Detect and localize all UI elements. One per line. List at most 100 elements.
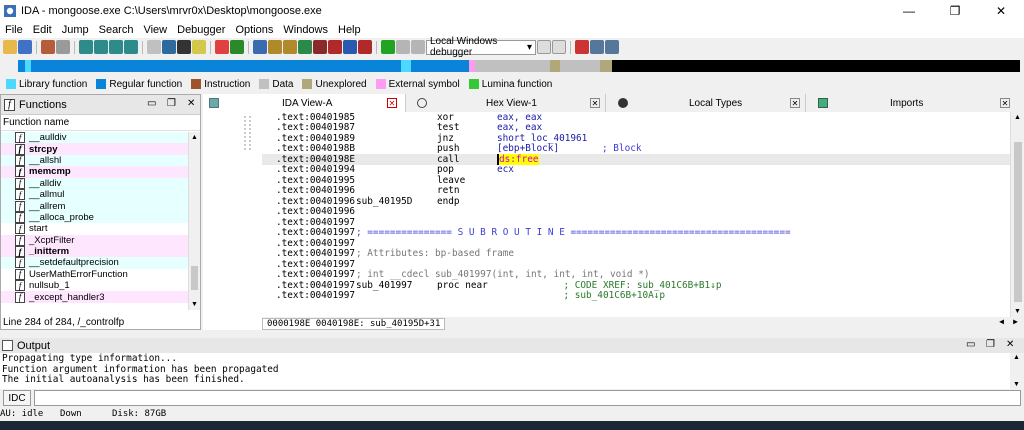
pin-panel-icon[interactable]: ▭ bbox=[966, 339, 975, 350]
functions-scrollbar[interactable]: ▲ ▼ bbox=[188, 132, 200, 310]
stack-icon[interactable] bbox=[313, 40, 327, 54]
asm-line[interactable]: .text:00401996 sub_40195D endp bbox=[262, 196, 1010, 207]
scroll-down-icon[interactable]: ▼ bbox=[191, 301, 198, 308]
pin-icon[interactable] bbox=[328, 40, 342, 54]
stop-icon[interactable] bbox=[411, 40, 425, 54]
copy-icon[interactable] bbox=[94, 40, 108, 54]
restore-button[interactable]: ❐ bbox=[932, 0, 978, 22]
close-tab-icon[interactable]: ✕ bbox=[590, 98, 600, 108]
menu-search[interactable]: Search bbox=[94, 24, 139, 36]
function-row[interactable]: f __allshl bbox=[1, 154, 189, 167]
scroll-thumb[interactable] bbox=[191, 266, 198, 290]
asm-line[interactable]: .text:00401997 bbox=[262, 259, 1010, 270]
scroll-up-icon[interactable]: ▲ bbox=[191, 134, 198, 141]
function-row[interactable]: f __alldiv bbox=[1, 177, 189, 189]
disassembly-view[interactable]: .text:00401985 xor eax, eax .text:00401987… bbox=[262, 112, 1010, 317]
asm-line[interactable]: .text:00401997 sub_401997 proc near ; CODE… bbox=[262, 280, 1010, 291]
minimize-button[interactable]: — bbox=[886, 0, 932, 22]
paste-icon[interactable] bbox=[109, 40, 123, 54]
scroll-up-icon[interactable]: ▲ bbox=[1013, 354, 1020, 361]
asm-line[interactable]: .text:00401996 bbox=[262, 206, 1010, 217]
graph-icon[interactable] bbox=[283, 40, 297, 54]
close-button[interactable]: ✕ bbox=[978, 0, 1024, 22]
save-icon[interactable] bbox=[18, 40, 32, 54]
list-icon[interactable] bbox=[298, 40, 312, 54]
menu-edit[interactable]: Edit bbox=[28, 24, 57, 36]
asm-line[interactable]: .text:00401989 jnz short loc_401961 bbox=[262, 133, 1010, 144]
debugger-console-icon[interactable] bbox=[552, 40, 566, 54]
close-tab-icon[interactable]: ✕ bbox=[790, 98, 800, 108]
asm-line[interactable]: .text:0040198B push [ebp+Block] ; Block bbox=[262, 143, 1010, 154]
float-panel-icon[interactable]: ❐ bbox=[986, 339, 995, 350]
debugger-options-icon[interactable] bbox=[537, 40, 551, 54]
tab-ida-view-a[interactable]: IDA View-A ✕ bbox=[203, 94, 406, 112]
tab-local-types[interactable]: Local Types ✕ bbox=[606, 94, 806, 112]
asm-line[interactable]: .text:00401997 bbox=[262, 238, 1010, 249]
scroll-right-icon[interactable]: ▶ bbox=[1013, 317, 1018, 326]
enum-icon[interactable] bbox=[268, 40, 282, 54]
hex-icon[interactable] bbox=[343, 40, 357, 54]
function-row[interactable]: f strcpy bbox=[1, 143, 189, 155]
forward-icon[interactable] bbox=[56, 40, 70, 54]
disassembly-scrollbar[interactable]: ▲ ▼ bbox=[1010, 112, 1024, 317]
navigation-band-strip[interactable] bbox=[18, 60, 1020, 72]
menu-options[interactable]: Options bbox=[230, 24, 278, 36]
close-panel-icon[interactable]: ✕ bbox=[1006, 339, 1014, 350]
pause-icon[interactable] bbox=[396, 40, 410, 54]
run-icon[interactable] bbox=[381, 40, 395, 54]
navigation-band[interactable] bbox=[0, 57, 1024, 75]
breakpoint-icon[interactable] bbox=[358, 40, 372, 54]
menu-help[interactable]: Help bbox=[333, 24, 366, 36]
output-scrollbar[interactable]: ▲ ▼ bbox=[1010, 353, 1024, 389]
struct-icon[interactable] bbox=[215, 40, 229, 54]
function-row[interactable]: f _XcptFilter bbox=[1, 234, 189, 246]
scroll-up-icon[interactable]: ▲ bbox=[1014, 114, 1021, 121]
tab-imports[interactable]: Imports ✕ bbox=[806, 94, 1024, 112]
pin-panel-icon[interactable]: ▭ bbox=[147, 98, 156, 109]
data-icon[interactable] bbox=[192, 40, 206, 54]
menu-debugger[interactable]: Debugger bbox=[172, 24, 230, 36]
asm-line[interactable]: .text:00401997; =============== S U B R … bbox=[262, 227, 1010, 238]
function-row[interactable]: f nullsub_1 bbox=[1, 280, 189, 292]
letters-icon[interactable] bbox=[230, 40, 244, 54]
asm-line[interactable]: .text:00401996 retn bbox=[262, 185, 1010, 196]
back-icon[interactable] bbox=[41, 40, 55, 54]
new-icon[interactable] bbox=[79, 40, 93, 54]
edit-icon[interactable] bbox=[124, 40, 138, 54]
trace-insn-icon[interactable] bbox=[590, 40, 604, 54]
text-icon[interactable] bbox=[162, 40, 176, 54]
asm-line[interactable]: .text:00401997 ; sub_401C6B+10A↓p bbox=[262, 290, 1010, 301]
tab-hex-view[interactable]: Hex View-1 ✕ bbox=[406, 94, 606, 112]
asm-line[interactable]: .text:00401985 xor eax, eax bbox=[262, 112, 1010, 123]
function-row[interactable]: f __alloca_probe bbox=[1, 211, 189, 224]
jump-icon[interactable] bbox=[147, 40, 161, 54]
trace-icon[interactable] bbox=[575, 40, 589, 54]
close-tab-icon[interactable]: ✕ bbox=[1000, 98, 1010, 108]
functions-column-header[interactable]: Function name bbox=[1, 115, 200, 131]
function-row[interactable]: f start bbox=[1, 223, 189, 235]
function-icon[interactable] bbox=[177, 40, 191, 54]
function-row[interactable]: f _initterm bbox=[1, 245, 189, 258]
ascii-icon[interactable] bbox=[253, 40, 267, 54]
close-tab-icon[interactable]: ✕ bbox=[387, 98, 397, 108]
asm-line[interactable]: .text:00401997; Attributes: bp-based fra… bbox=[262, 248, 1010, 259]
output-log[interactable]: Propagating type information... Function… bbox=[0, 353, 1010, 389]
function-row[interactable]: f UserMathErrorFunction bbox=[1, 268, 189, 281]
trace-func-icon[interactable] bbox=[605, 40, 619, 54]
function-row[interactable]: f __allmul bbox=[1, 188, 189, 201]
scroll-down-icon[interactable]: ▼ bbox=[1013, 381, 1020, 388]
menu-file[interactable]: File bbox=[0, 24, 28, 36]
asm-line[interactable]: .text:00401995 leave bbox=[262, 175, 1010, 186]
menu-windows[interactable]: Windows bbox=[278, 24, 333, 36]
asm-line[interactable]: .text:00401997 bbox=[262, 217, 1010, 228]
asm-line-current[interactable]: .text:0040198E call ds:free bbox=[262, 153, 1010, 165]
asm-line[interactable]: .text:00401987 test eax, eax bbox=[262, 122, 1010, 133]
scroll-down-icon[interactable]: ▼ bbox=[1014, 308, 1021, 315]
function-row[interactable]: f __aulldiv bbox=[1, 132, 189, 144]
function-row[interactable]: f memcmp bbox=[1, 166, 189, 178]
idc-command-input[interactable] bbox=[34, 390, 1021, 406]
idc-language-button[interactable]: IDC bbox=[3, 390, 31, 406]
menu-jump[interactable]: Jump bbox=[57, 24, 94, 36]
menu-view[interactable]: View bbox=[138, 24, 172, 36]
function-row[interactable]: f _except_handler3 bbox=[1, 291, 189, 303]
